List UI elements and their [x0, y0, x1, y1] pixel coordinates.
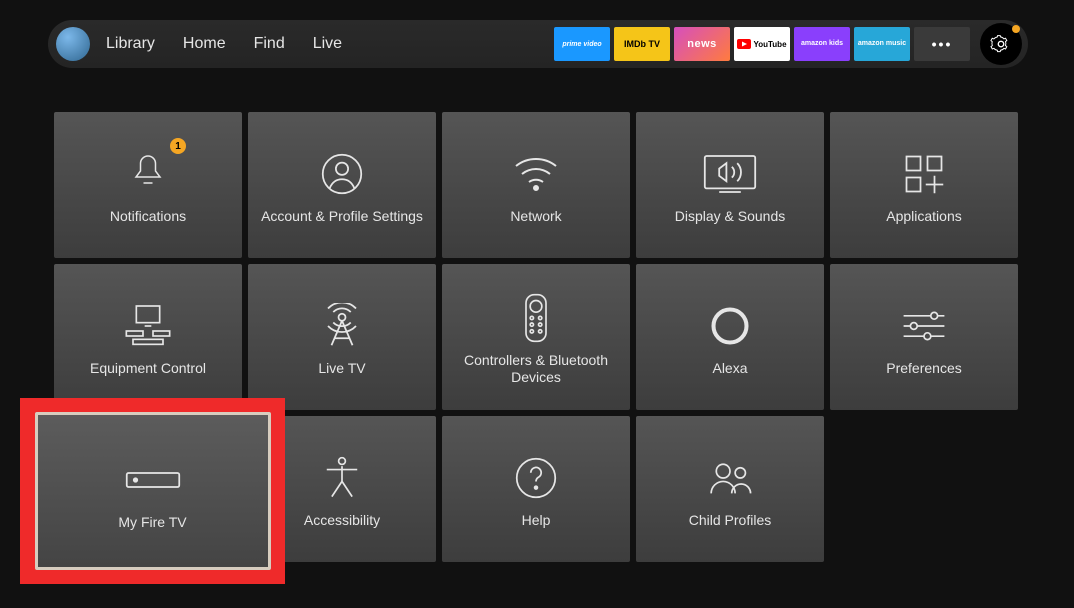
tile-my-fire-tv[interactable]: My Fire TV — [35, 412, 271, 570]
user-circle-icon — [321, 153, 363, 195]
nav-tab-find[interactable]: Find — [254, 35, 285, 53]
sliders-icon — [900, 309, 948, 343]
app-tile-news[interactable]: news — [674, 27, 730, 61]
accessibility-icon — [322, 456, 362, 500]
nav-tabs: Library Home Find Live — [106, 35, 342, 53]
alexa-ring-icon — [708, 304, 752, 348]
tile-label: My Fire TV — [118, 514, 186, 532]
tv-sound-icon — [703, 154, 757, 194]
highlight-frame: My Fire TV — [20, 398, 285, 584]
tile-alexa[interactable]: Alexa — [636, 264, 824, 410]
tile-network[interactable]: Network — [442, 112, 630, 258]
firetv-box-icon — [125, 470, 181, 490]
app-tile-more[interactable]: ••• — [914, 27, 970, 61]
tile-label: Child Profiles — [689, 512, 771, 530]
tile-label: Equipment Control — [90, 360, 206, 378]
bell-icon — [130, 152, 166, 196]
tile-label: Alexa — [712, 360, 747, 378]
tile-label: Help — [522, 512, 551, 530]
settings-notification-dot — [1012, 25, 1020, 33]
app-shortcut-row: prime video IMDb TV news YouTube amazon … — [554, 23, 1022, 65]
tile-label: Display & Sounds — [675, 208, 786, 226]
settings-button[interactable] — [980, 23, 1022, 65]
top-navbar: Library Home Find Live prime video IMDb … — [48, 20, 1028, 68]
profile-avatar[interactable] — [56, 27, 90, 61]
notifications-badge: 1 — [170, 138, 186, 154]
tile-label: Live TV — [318, 360, 365, 378]
gear-icon — [990, 33, 1012, 55]
child-profiles-icon — [706, 458, 754, 498]
tile-applications[interactable]: Applications — [830, 112, 1018, 258]
antenna-icon — [321, 303, 363, 349]
nav-tab-library[interactable]: Library — [106, 35, 155, 53]
tile-label: Notifications — [110, 208, 186, 226]
wifi-icon — [512, 154, 560, 194]
remote-icon — [524, 293, 548, 343]
tile-label: Preferences — [886, 360, 961, 378]
tile-equipment[interactable]: Equipment Control — [54, 264, 242, 410]
equipment-icon — [123, 304, 173, 348]
tile-display[interactable]: Display & Sounds — [636, 112, 824, 258]
nav-tab-live[interactable]: Live — [313, 35, 342, 53]
tile-controllers[interactable]: Controllers & Bluetooth Devices — [442, 264, 630, 410]
tile-livetv[interactable]: Live TV — [248, 264, 436, 410]
tile-account[interactable]: Account & Profile Settings — [248, 112, 436, 258]
help-circle-icon — [515, 457, 557, 499]
tile-notifications[interactable]: 1 Notifications — [54, 112, 242, 258]
tile-preferences[interactable]: Preferences — [830, 264, 1018, 410]
app-tile-amazon-music[interactable]: amazon music — [854, 27, 910, 61]
tile-label: Account & Profile Settings — [261, 208, 423, 226]
tile-help[interactable]: Help — [442, 416, 630, 562]
app-tile-prime-video[interactable]: prime video — [554, 27, 610, 61]
app-tile-imdb-tv[interactable]: IMDb TV — [614, 27, 670, 61]
tile-label: Accessibility — [304, 512, 380, 530]
tile-label: Network — [510, 208, 561, 226]
apps-icon — [903, 153, 945, 195]
app-tile-amazon-kids[interactable]: amazon kids — [794, 27, 850, 61]
tile-child-profiles[interactable]: Child Profiles — [636, 416, 824, 562]
nav-tab-home[interactable]: Home — [183, 35, 226, 53]
tile-label: Controllers & Bluetooth Devices — [450, 352, 622, 387]
app-tile-youtube[interactable]: YouTube — [734, 27, 790, 61]
tile-label: Applications — [886, 208, 962, 226]
